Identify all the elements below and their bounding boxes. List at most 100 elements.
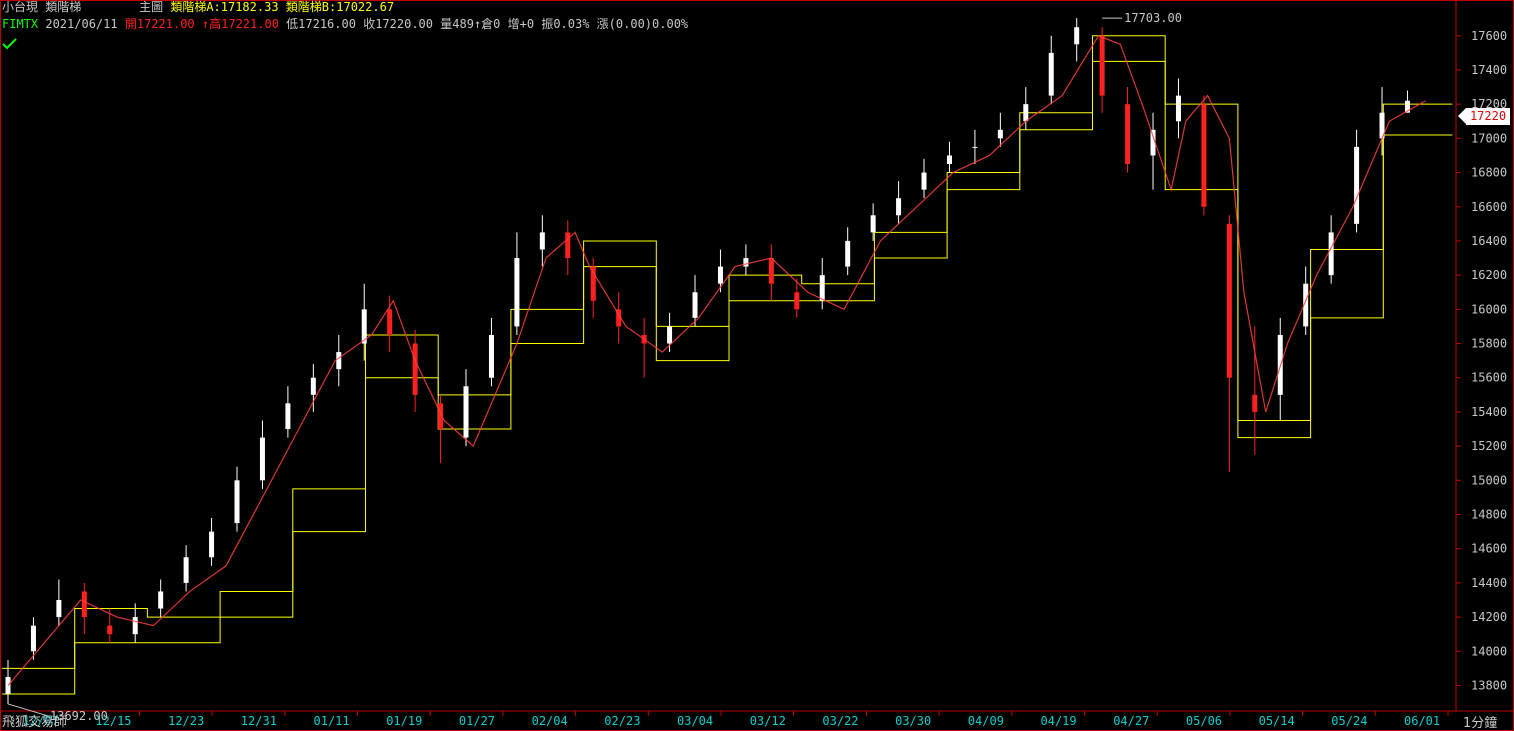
amplitude: 振0.03% <box>541 17 590 31</box>
candle-body <box>1328 232 1334 276</box>
candle-body <box>1023 104 1029 122</box>
candle-body <box>285 403 291 430</box>
x-tick-label: 05/06 <box>1186 714 1222 728</box>
last-price-tag: 17220 <box>1466 108 1510 125</box>
volume: 量489 <box>440 17 474 31</box>
high-price: ↑高17221.00 <box>201 17 279 31</box>
y-tick-label: 17400 <box>1471 63 1507 77</box>
candle-body <box>183 557 189 583</box>
y-tick-label: 15600 <box>1471 371 1507 385</box>
candle-body <box>997 129 1003 139</box>
candle-body <box>870 215 876 233</box>
chart-border <box>0 0 1514 731</box>
oi-change: 增+0 <box>507 17 535 31</box>
candle-body <box>1354 146 1360 224</box>
y-tick-label: 16200 <box>1471 268 1507 282</box>
candle-body <box>1074 27 1080 45</box>
price-change: 漲(0.00)0.00% <box>596 17 689 31</box>
candle-body <box>1226 223 1232 378</box>
y-tick-label: 17600 <box>1471 29 1507 43</box>
candle-body <box>921 172 927 190</box>
candle-body <box>794 292 800 310</box>
quote-date: 2021/06/11 <box>45 17 118 31</box>
candle-body <box>692 292 698 318</box>
candle-body <box>30 625 36 652</box>
ladder-b-value: 類階梯B:17022.67 <box>285 0 395 14</box>
ladder-a-value: 類階梯A:17182.33 <box>170 0 279 14</box>
candle-body <box>717 266 723 284</box>
y-tick-label: 13800 <box>1471 678 1507 692</box>
candle-body <box>768 258 774 284</box>
candle-body <box>1175 95 1181 122</box>
x-tick-label: 03/04 <box>677 714 713 728</box>
candle-body <box>946 155 952 165</box>
low-price: 低17216.00 <box>286 17 356 31</box>
y-tick-label: 14400 <box>1471 576 1507 590</box>
y-tick-label: 15000 <box>1471 473 1507 487</box>
y-tick-label: 17000 <box>1471 131 1507 145</box>
candle-body <box>209 531 215 558</box>
x-tick-label: 03/22 <box>822 714 858 728</box>
candle-body <box>565 232 571 259</box>
symbol-code: FIMTX <box>2 17 39 31</box>
x-tick-label: 12/23 <box>168 714 204 728</box>
ladder-b-line <box>2 60 1453 695</box>
x-tick-label: 12/31 <box>241 714 277 728</box>
header-row-2: FIMTX 2021/06/11 開17221.00 ↑高17221.00 低1… <box>2 17 688 31</box>
y-tick-label: 16600 <box>1471 200 1507 214</box>
y-tick-label: 15800 <box>1471 337 1507 351</box>
x-tick-label: 03/30 <box>895 714 931 728</box>
x-tick-label: 04/09 <box>968 714 1004 728</box>
product-name: 小台現 <box>2 0 39 14</box>
x-tick-label: 04/19 <box>1041 714 1077 728</box>
candle-body <box>81 591 87 618</box>
open-price: 開17221.00 <box>124 17 195 31</box>
candle-body <box>310 377 316 395</box>
candle-body <box>896 198 902 216</box>
y-tick-label: 16800 <box>1471 166 1507 180</box>
y-tick-label: 16400 <box>1471 234 1507 248</box>
last-price-pointer <box>1458 108 1466 124</box>
ladder-a-line <box>2 35 1453 669</box>
open-interest: ↑倉0 <box>473 17 501 31</box>
candle-body <box>539 232 545 250</box>
interval-selector[interactable]: 1分鐘 <box>1463 712 1497 731</box>
check-icon <box>2 38 17 50</box>
y-tick-label: 14000 <box>1471 644 1507 658</box>
candle-body <box>1125 104 1131 165</box>
candle-body <box>107 625 113 635</box>
y-tick-label: 14800 <box>1471 508 1507 522</box>
price-chart[interactable]: 13800 14000 14200 14400 14600 14800 15000 15200… <box>0 0 1514 731</box>
x-tick-label: 01/27 <box>459 714 495 728</box>
candle-body <box>412 343 418 395</box>
y-tick-label: 14600 <box>1471 542 1507 556</box>
max-price-label: 17703.00 <box>1124 11 1182 25</box>
x-tick-label: 02/23 <box>604 714 640 728</box>
y-tick-label: 15400 <box>1471 405 1507 419</box>
brand-label: 飛狐交易師 <box>2 715 68 730</box>
candle-body <box>1099 35 1105 96</box>
candle-body <box>972 146 978 148</box>
candle-body <box>488 334 494 378</box>
candle-body <box>336 352 342 370</box>
candle-body <box>56 599 62 618</box>
candle-body <box>1252 394 1258 412</box>
candle-body <box>1048 52 1054 96</box>
candle-body <box>819 275 825 301</box>
y-tick-label: 16000 <box>1471 302 1507 316</box>
x-tick-label: 05/14 <box>1259 714 1295 728</box>
x-tick-label: 05/24 <box>1331 714 1367 728</box>
x-tick-label: 06/01 <box>1404 714 1440 728</box>
candle-body <box>132 617 138 635</box>
candle-body <box>463 386 469 438</box>
candle-body <box>158 591 164 609</box>
candle-body <box>1201 104 1207 207</box>
candle-body <box>259 437 265 481</box>
candle-body <box>387 309 393 335</box>
panel-name: 主圖 <box>139 0 164 14</box>
header-row-1: 小台現 類階梯 主圖 類階梯A:17182.33 類階梯B:17022.67 <box>2 0 394 14</box>
y-tick-label: 15200 <box>1471 439 1507 453</box>
x-tick-label: 03/12 <box>750 714 786 728</box>
x-tick-label: 04/27 <box>1113 714 1149 728</box>
candle-body <box>514 258 520 327</box>
